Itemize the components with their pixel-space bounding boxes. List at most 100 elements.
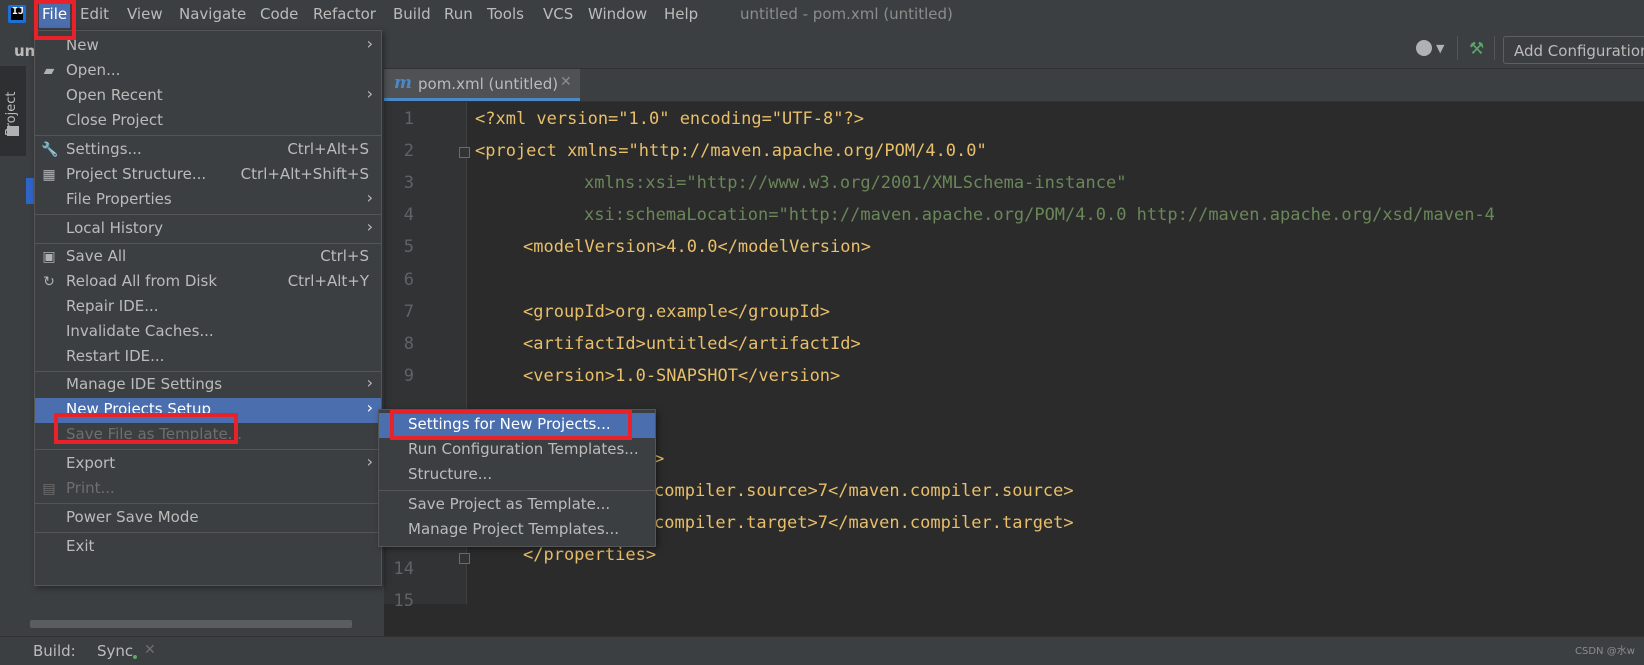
menu-separator — [379, 490, 655, 491]
code-line[interactable]: <groupId>org.example</groupId> — [523, 302, 830, 322]
window-title: untitled - pom.xml (untitled) — [740, 5, 953, 23]
close-icon[interactable]: ✕ — [144, 642, 156, 658]
menu-item-settings-for-new-projects[interactable]: Settings for New Projects... — [379, 413, 655, 438]
menu-item-save-all[interactable]: ▣ Save All Ctrl+S — [35, 245, 381, 270]
menu-item-label: Settings... — [66, 140, 142, 158]
menu-item-project-structure[interactable]: ▦ Project Structure... Ctrl+Alt+Shift+S — [35, 163, 381, 188]
menu-separator — [35, 449, 381, 450]
shortcut-label: Ctrl+Alt+Y — [287, 272, 369, 290]
menu-item-label: Restart IDE... — [66, 347, 165, 365]
menu-item-new-projects-setup[interactable]: New Projects Setup › — [35, 398, 381, 423]
menu-code[interactable]: Code — [260, 5, 298, 23]
menu-edit[interactable]: Edit — [80, 5, 109, 23]
menu-item-open[interactable]: ▰ Open... — [35, 59, 381, 84]
menu-window[interactable]: Window — [588, 5, 647, 23]
line-number: 5 — [403, 237, 414, 257]
build-hammer-icon[interactable]: ⚒ — [1469, 39, 1484, 59]
add-configuration-button[interactable]: Add Configuration... — [1503, 36, 1644, 64]
menu-item-file-properties[interactable]: File Properties › — [35, 188, 381, 213]
menu-item-label: Open Recent — [66, 86, 163, 104]
user-icon[interactable] — [1416, 40, 1432, 56]
code-line[interactable]: <?xml version="1.0" encoding="UTF-8"?> — [475, 109, 864, 129]
menu-run[interactable]: Run — [444, 5, 473, 23]
menu-file[interactable]: File — [39, 0, 71, 28]
shortcut-label: Ctrl+Alt+S — [287, 140, 369, 158]
code-line[interactable]: <project xmlns="http://maven.apache.org/… — [475, 141, 987, 161]
menu-item-restart-ide[interactable]: Restart IDE... — [35, 345, 381, 370]
menu-item-label: Save File as Template... — [66, 425, 242, 443]
menu-item-reload[interactable]: ↻ Reload All from Disk Ctrl+Alt+Y — [35, 270, 381, 295]
menu-item-power-save-mode[interactable]: Power Save Mode — [35, 506, 381, 531]
sync-tab[interactable]: Sync — [97, 642, 133, 660]
line-number: 4 — [403, 205, 414, 225]
menu-vcs[interactable]: VCS — [543, 5, 573, 23]
menu-item-label: Manage Project Templates... — [408, 520, 620, 538]
menu-item-label: Close Project — [66, 111, 163, 129]
shortcut-label: Ctrl+Alt+Shift+S — [240, 165, 369, 183]
menu-item-manage-project-templates[interactable]: Manage Project Templates... — [379, 518, 655, 543]
chevron-right-icon: › — [366, 84, 373, 103]
menu-separator — [35, 135, 381, 136]
code-line[interactable]: <modelVersion>4.0.0</modelVersion> — [523, 237, 871, 257]
menu-item-open-recent[interactable]: Open Recent › — [35, 84, 381, 109]
menu-tools[interactable]: Tools — [487, 5, 524, 23]
menu-item-exit[interactable]: Exit — [35, 535, 381, 560]
menu-item-close-project[interactable]: Close Project — [35, 109, 381, 134]
menu-item-local-history[interactable]: Local History › — [35, 217, 381, 242]
code-line[interactable]: <version>1.0-SNAPSHOT</version> — [523, 366, 840, 386]
chevron-right-icon: › — [366, 34, 373, 53]
chevron-down-icon[interactable]: ▼ — [1436, 42, 1444, 55]
menu-help[interactable]: Help — [664, 5, 698, 23]
build-tool-label[interactable]: Build: — [33, 642, 76, 660]
code-line[interactable]: </properties> — [523, 545, 656, 565]
code-line[interactable]: <artifactId>untitled</artifactId> — [523, 334, 861, 354]
menu-navigate[interactable]: Navigate — [179, 5, 246, 23]
project-tool-tab[interactable]: Project — [0, 66, 26, 156]
sync-status-dot — [133, 655, 137, 659]
menu-item-manage-ide-settings[interactable]: Manage IDE Settings › — [35, 373, 381, 398]
watermark: CSDN @水w — [1575, 646, 1635, 657]
line-number: 6 — [403, 270, 414, 290]
menu-item-new[interactable]: New › — [35, 34, 381, 59]
menu-item-label: Print... — [66, 479, 115, 497]
menu-item-settings[interactable]: 🔧 Settings... Ctrl+Alt+S — [35, 138, 381, 163]
menu-item-run-configuration-templates[interactable]: Run Configuration Templates... — [379, 438, 655, 463]
wrench-icon: 🔧 — [41, 142, 59, 158]
menu-item-label: Open... — [66, 61, 121, 79]
menu-view[interactable]: View — [127, 5, 163, 23]
menu-item-invalidate-caches[interactable]: Invalidate Caches... — [35, 320, 381, 345]
code-line[interactable]: compiler.source>7</maven.compiler.source… — [654, 481, 1074, 501]
file-menu: New › ▰ Open... Open Recent › Close Project… — [34, 30, 382, 586]
menu-item-structure[interactable]: Structure... — [379, 463, 655, 488]
tab-label: pom.xml (untitled) — [418, 75, 559, 93]
menu-item-label: Local History — [66, 219, 164, 237]
menu-item-label: New Projects Setup — [66, 400, 212, 418]
bottom-tool-bar — [0, 636, 1644, 665]
line-number: 14 — [393, 559, 414, 579]
close-icon[interactable]: ✕ — [560, 74, 572, 90]
chevron-right-icon: › — [366, 398, 373, 417]
code-line[interactable]: xmlns:xsi="http://www.w3.org/2001/XMLSch… — [584, 173, 1126, 193]
new-projects-setup-submenu: Settings for New Projects... Run Configu… — [378, 409, 656, 547]
project-tree-selection — [26, 178, 34, 204]
menu-separator — [35, 371, 381, 372]
menu-item-repair-ide[interactable]: Repair IDE... — [35, 295, 381, 320]
fold-marker-icon[interactable] — [459, 147, 470, 158]
tab-pom-xml[interactable]: m pom.xml (untitled) ✕ — [384, 69, 580, 101]
chevron-right-icon: › — [366, 373, 373, 392]
code-line[interactable]: xsi:schemaLocation="http://maven.apache.… — [584, 205, 1495, 225]
code-line[interactable]: compiler.target>7</maven.compiler.target… — [654, 513, 1074, 533]
line-number: 7 — [403, 302, 414, 322]
menu-item-export[interactable]: Export › — [35, 452, 381, 477]
maven-file-icon: m — [394, 73, 412, 93]
fold-marker-icon[interactable] — [459, 553, 470, 564]
line-number: 2 — [403, 141, 414, 161]
chevron-right-icon: › — [366, 217, 373, 236]
menu-item-label: Power Save Mode — [66, 508, 199, 526]
save-icon: ▣ — [42, 249, 56, 265]
intellij-logo-icon: IJ — [8, 5, 26, 23]
project-scrollbar[interactable] — [30, 620, 352, 628]
menu-build[interactable]: Build — [393, 5, 431, 23]
menu-refactor[interactable]: Refactor — [313, 5, 376, 23]
menu-item-save-project-as-template[interactable]: Save Project as Template... — [379, 493, 655, 518]
